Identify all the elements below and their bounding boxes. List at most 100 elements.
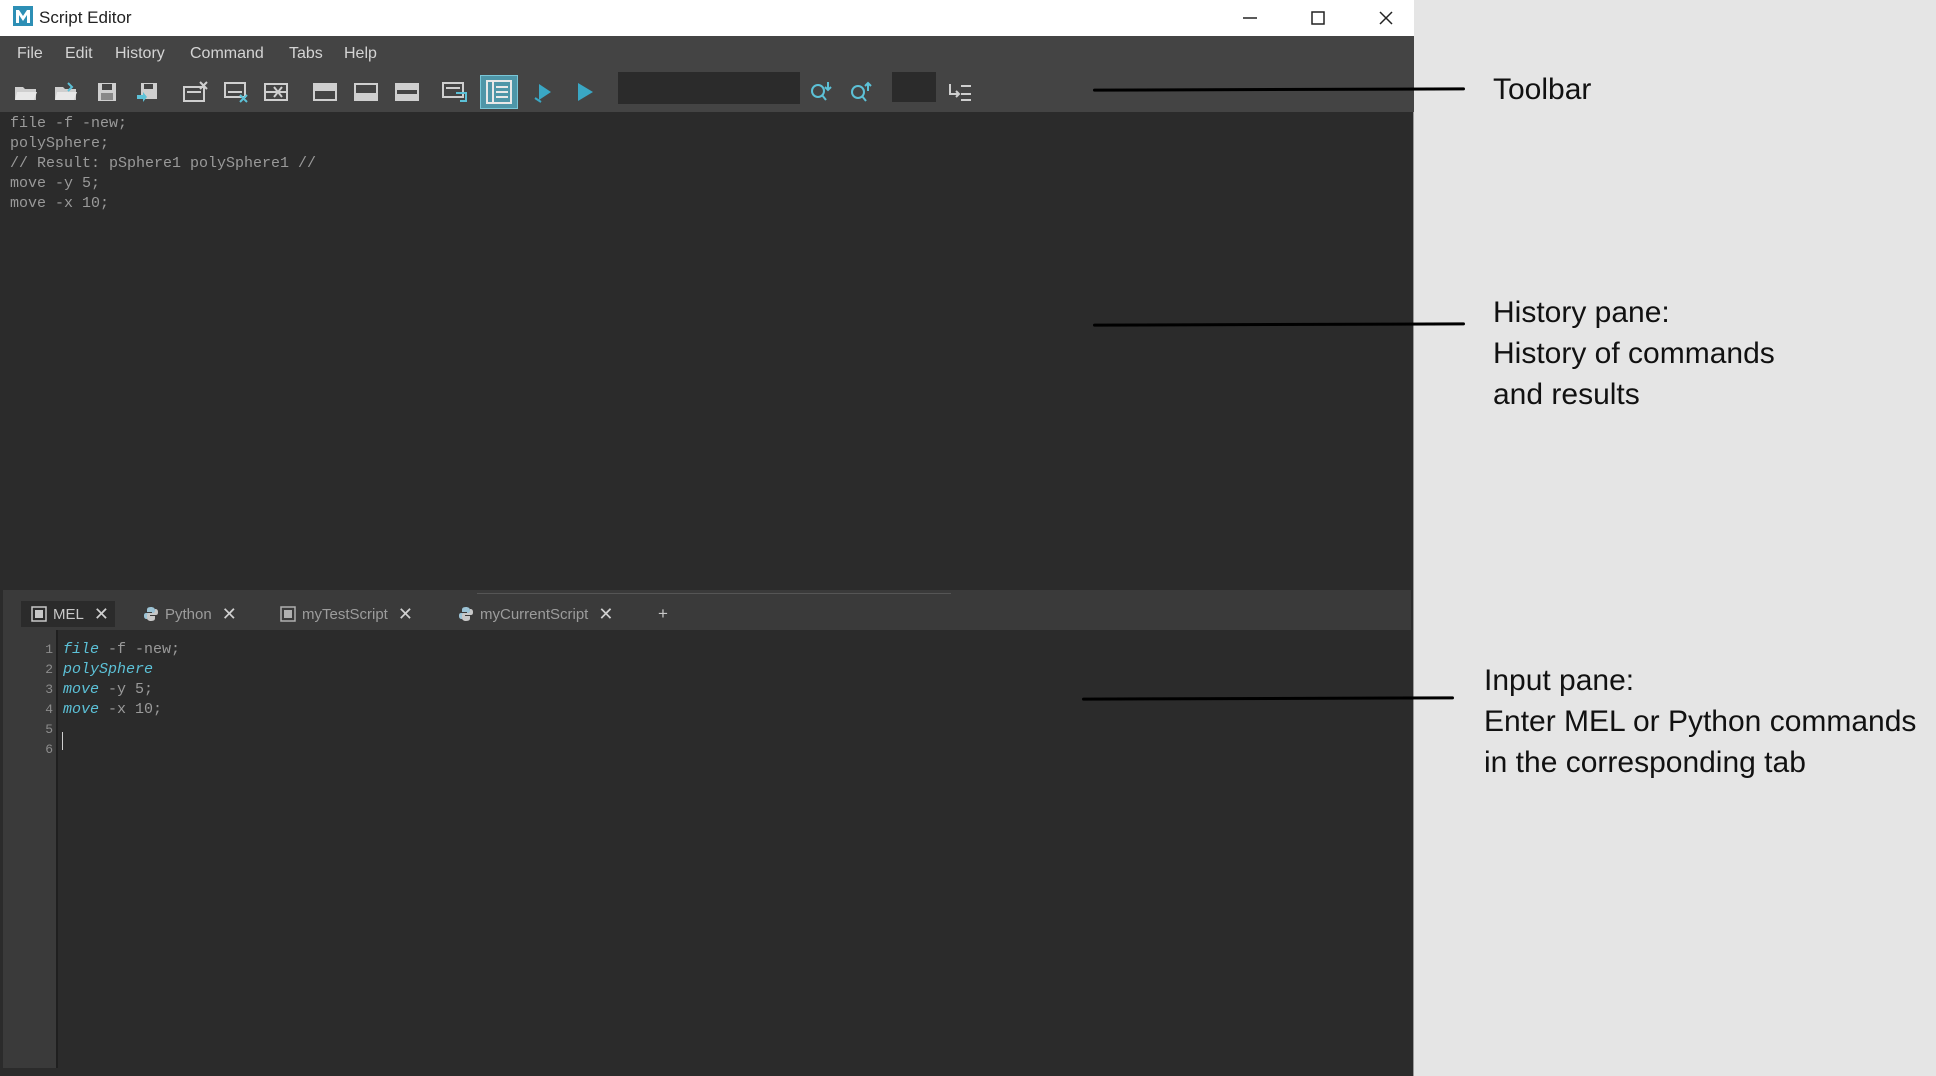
clear-history-button[interactable] [181, 78, 211, 106]
menu-bar: File Edit History Command Tabs Help [0, 36, 1414, 72]
history-line: move -y 5; [10, 175, 101, 192]
show-line-numbers-button[interactable] [480, 75, 518, 109]
clear-all-icon [264, 83, 288, 101]
input-only-icon [354, 83, 378, 101]
line-number-gutter: 1 2 3 4 5 6 [3, 630, 58, 1068]
tab-label: myCurrentScript [480, 605, 589, 623]
history-line: file -f -new; [10, 115, 128, 132]
callout-text: Toolbar [1493, 73, 1592, 106]
title-bar: Script Editor [0, 0, 1414, 36]
clear-input-button[interactable] [222, 78, 252, 106]
minimize-button[interactable] [1220, 0, 1280, 36]
search-previous-button[interactable] [846, 78, 876, 106]
code-keyword: move [63, 681, 100, 698]
code-line: file -f -new; [63, 640, 180, 660]
menu-edit[interactable]: Edit [65, 45, 93, 63]
tab-mytestscript[interactable]: myTestScript ✕ [280, 601, 413, 627]
close-button[interactable] [1356, 0, 1416, 36]
code-keyword: file [63, 641, 100, 658]
execute-all-button[interactable] [570, 78, 600, 106]
splitter-grip [477, 593, 951, 594]
line-number: 4 [45, 702, 53, 717]
both-panes-icon [395, 83, 419, 101]
save-icon [98, 83, 116, 101]
window-title: Script Editor [39, 8, 132, 27]
open-folder-icon [15, 87, 37, 100]
toolbar-callout: Toolbar [1493, 69, 1591, 110]
execute-all-icon [578, 83, 593, 101]
menu-tabs[interactable]: Tabs [289, 45, 323, 63]
go-to-line-button[interactable] [945, 78, 975, 106]
code-args: -y 5; [99, 681, 154, 698]
python-icon [143, 606, 159, 622]
clear-input-icon [224, 82, 248, 103]
echo-all-commands-button[interactable] [440, 78, 470, 106]
maximize-icon [1311, 11, 1325, 25]
code-keyword: move [63, 701, 100, 718]
script-editor-window: Script Editor File Edit History Command … [0, 0, 1414, 1076]
tab-label: MEL [53, 605, 84, 623]
go-to-line-icon [949, 84, 971, 101]
history-only-icon [313, 83, 337, 101]
input-callout: Input pane: Enter MEL or Python commands… [1484, 660, 1916, 783]
callout-text: History of commands [1493, 337, 1775, 370]
line-number: 2 [45, 662, 53, 677]
clear-all-button[interactable] [262, 78, 292, 106]
history-pane[interactable]: file -f -new; polySphere; // Result: pSp… [3, 112, 1411, 590]
show-both-panes-button[interactable] [392, 78, 422, 106]
source-script-button[interactable] [51, 78, 81, 106]
tab-python[interactable]: Python ✕ [143, 601, 237, 627]
close-tab-icon[interactable]: ✕ [398, 605, 413, 623]
menu-command[interactable]: Command [190, 45, 264, 63]
code-args: -x 10; [99, 701, 163, 718]
menu-history[interactable]: History [115, 45, 165, 63]
callout-text: and results [1493, 378, 1640, 411]
save-script-button[interactable] [92, 78, 122, 106]
mel-script-icon [31, 606, 47, 622]
close-tab-icon[interactable]: ✕ [94, 605, 109, 623]
history-line: move -x 10; [10, 195, 110, 212]
line-number: 3 [45, 682, 53, 697]
history-callout: History pane: History of commands and re… [1493, 292, 1775, 415]
menu-help[interactable]: Help [344, 45, 377, 63]
tab-mycurrentscript[interactable]: myCurrentScript ✕ [458, 601, 613, 627]
tab-label: myTestScript [302, 605, 388, 623]
code-line: move -y 5; [63, 680, 153, 700]
close-tab-icon[interactable]: ✕ [222, 605, 237, 623]
clear-history-icon [183, 81, 208, 102]
code-args: -f -new; [99, 641, 181, 658]
save-to-shelf-button[interactable] [133, 78, 163, 106]
open-script-button[interactable] [11, 78, 41, 106]
maximize-button[interactable] [1288, 0, 1348, 36]
echo-commands-icon [442, 82, 467, 102]
input-pane[interactable]: 1 2 3 4 5 6 file -f -new; polySphere mov… [3, 630, 1411, 1068]
show-input-only-button[interactable] [351, 78, 381, 106]
close-icon [1379, 11, 1393, 25]
pane-splitter[interactable] [3, 590, 1411, 598]
code-line: polySphere [63, 660, 153, 680]
source-folder-icon [55, 82, 77, 100]
execute-selected-icon [534, 84, 551, 103]
search-next-button[interactable] [806, 78, 836, 106]
execute-selected-button[interactable] [529, 78, 559, 106]
callout-text: in the corresponding tab [1484, 746, 1806, 779]
maya-m-icon [13, 6, 33, 26]
callout-text: Enter MEL or Python commands [1484, 705, 1917, 738]
line-number: 5 [45, 722, 53, 737]
add-tab-button[interactable]: + [658, 604, 668, 624]
search-previous-icon [851, 81, 872, 102]
search-input[interactable] [618, 72, 800, 104]
save-to-shelf-icon [137, 83, 157, 102]
text-caret [62, 732, 63, 750]
minimize-icon [1243, 17, 1257, 19]
python-icon [458, 606, 474, 622]
close-tab-icon[interactable]: ✕ [598, 605, 613, 623]
line-number: 1 [45, 642, 53, 657]
line-numbers-icon [486, 80, 512, 104]
show-history-only-button[interactable] [310, 78, 340, 106]
mel-script-icon [280, 606, 296, 622]
history-line: polySphere; [10, 135, 110, 152]
line-number-input[interactable] [892, 72, 936, 102]
menu-file[interactable]: File [17, 45, 43, 63]
tab-mel[interactable]: MEL ✕ [21, 601, 115, 627]
